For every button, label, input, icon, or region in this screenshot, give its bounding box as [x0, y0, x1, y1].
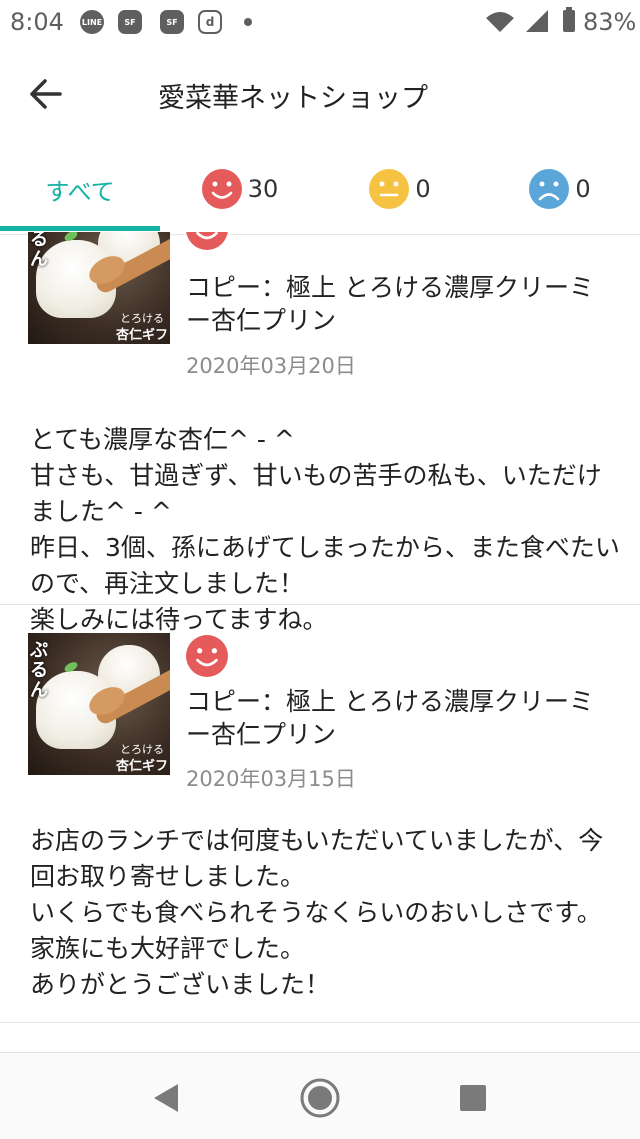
more-notifications-icon	[244, 18, 252, 26]
wifi-icon	[486, 12, 514, 32]
app-bar: 愛菜華ネットショップ	[0, 46, 640, 146]
smile-face-icon	[186, 635, 228, 677]
tab-all-label: すべて	[45, 177, 115, 206]
system-nav-bar	[0, 1052, 640, 1139]
product-name[interactable]: コピー：極上 とろける濃厚クリーミー杏仁プリン	[186, 685, 616, 751]
battery-icon	[563, 7, 575, 32]
product-name[interactable]: コピー：極上 とろける濃厚クリーミー杏仁プリン	[186, 271, 616, 337]
review-card[interactable]: ぷるん とろける 杏仁ギフト コピー：極上 とろける濃厚クリーミー杏仁プリン 2…	[0, 605, 640, 1023]
thumb-side-text: ぷるん	[30, 640, 48, 701]
neutral-face-icon	[369, 169, 410, 209]
review-card[interactable]: ぷるん とろける 杏仁ギフト コピー：極上 とろける濃厚クリーミー杏仁プリン 2…	[0, 232, 640, 634]
product-thumbnail[interactable]: ぷるん とろける 杏仁ギフト	[28, 633, 170, 775]
product-thumbnail[interactable]: ぷるん とろける 杏仁ギフト	[28, 232, 170, 344]
tab-negative[interactable]: 0	[480, 146, 640, 232]
home-circle-icon[interactable]	[297, 1075, 343, 1121]
recents-square-icon[interactable]	[450, 1075, 496, 1121]
tab-neutral-count: 0	[415, 175, 431, 203]
review-text: お店のランチでは何度もいただいていましたが、今回お取り寄せしました。 いくらでも…	[30, 826, 604, 999]
thumb-side-text: ぷるん	[30, 232, 48, 270]
battery-percent: 83%	[583, 8, 637, 36]
sf-icon: SF	[160, 10, 184, 34]
d-icon: d	[198, 10, 222, 34]
tab-negative-count: 0	[575, 175, 591, 203]
tab-all[interactable]: すべて	[0, 146, 160, 232]
thumb-caption: 杏仁ギフト	[116, 328, 170, 343]
status-bar: 8:04 LINE SF SF d 83%	[0, 0, 640, 46]
tab-indicator	[0, 226, 160, 231]
back-triangle-icon[interactable]	[144, 1075, 190, 1121]
smile-face-icon	[201, 169, 242, 209]
rating-tabs: すべて 30 0 0	[0, 146, 640, 235]
tab-neutral[interactable]: 0	[320, 146, 480, 232]
signal-icon	[526, 10, 548, 32]
page-title: 愛菜華ネットショップ	[158, 83, 428, 114]
line-icon: LINE	[80, 10, 104, 34]
review-list[interactable]: ぷるん とろける 杏仁ギフト コピー：極上 とろける濃厚クリーミー杏仁プリン 2…	[0, 232, 640, 1052]
back-button[interactable]	[18, 70, 74, 120]
tab-positive-count: 30	[247, 175, 279, 203]
thumb-caption: 杏仁ギフト	[116, 759, 170, 774]
review-date: 2020年03月20日	[186, 354, 356, 378]
smile-face-icon	[186, 232, 228, 250]
sf-icon: SF	[118, 10, 142, 34]
sad-face-icon	[529, 169, 570, 209]
arrow-left-icon	[30, 79, 62, 109]
tab-positive[interactable]: 30	[160, 146, 320, 232]
review-date: 2020年03月15日	[186, 767, 356, 791]
status-time: 8:04	[10, 8, 64, 36]
